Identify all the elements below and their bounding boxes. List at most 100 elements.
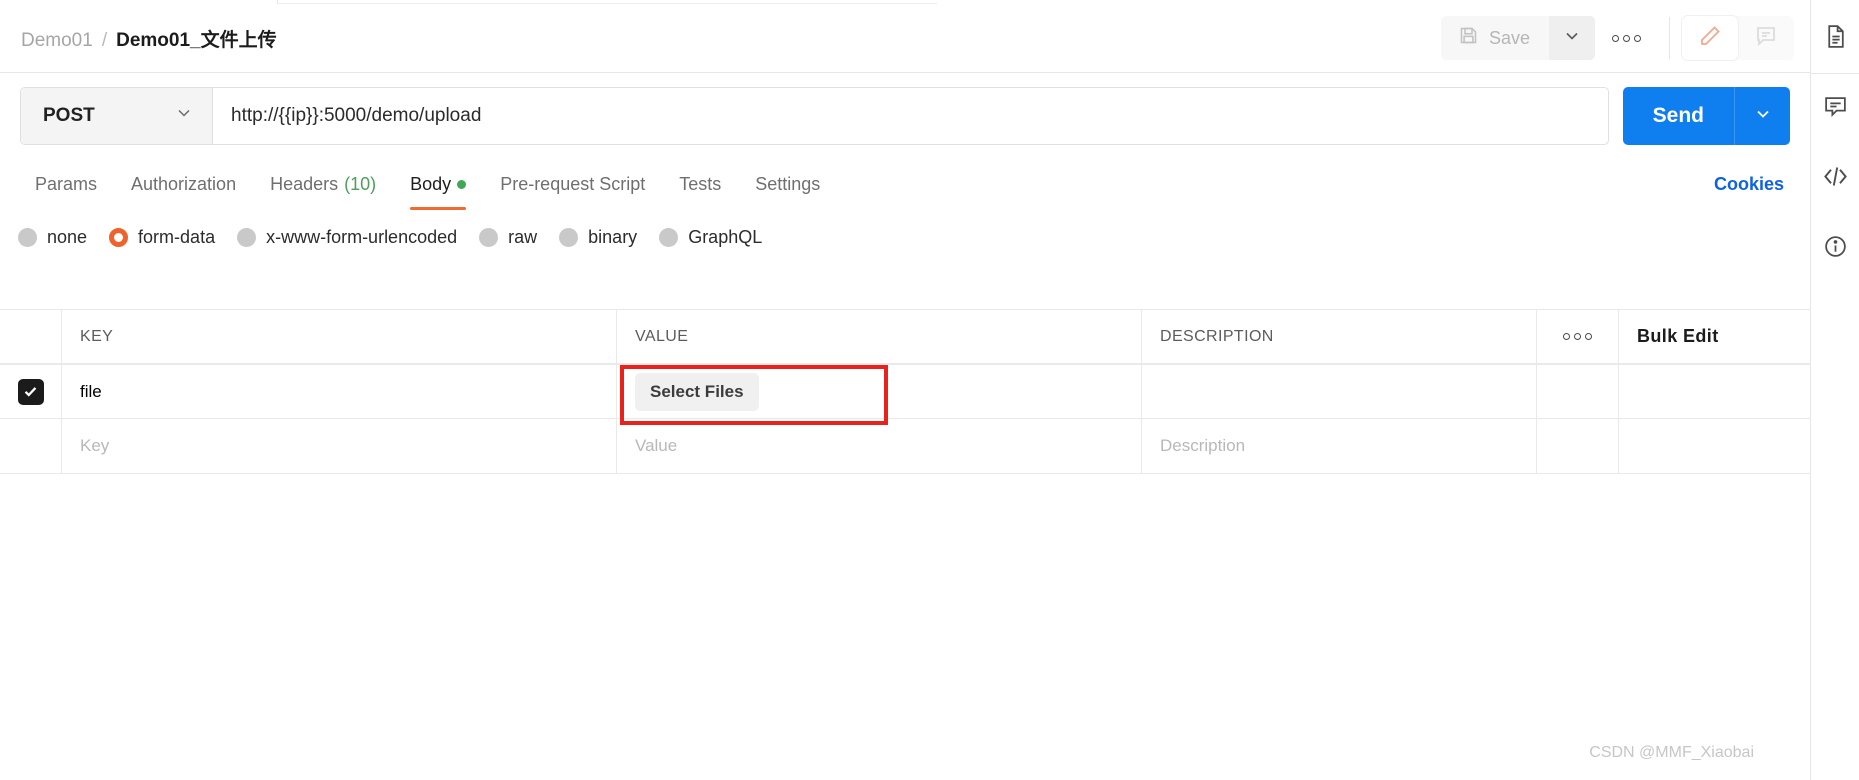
right-sidebar: [1810, 0, 1859, 780]
tab-label: Authorization: [131, 173, 237, 194]
radio-icon: [659, 227, 679, 247]
tab-headers-count: (10): [344, 173, 377, 194]
body-type-binary[interactable]: binary: [559, 227, 637, 248]
body-type-label: form-data: [138, 226, 216, 247]
tab-label: Headers: [270, 173, 339, 194]
save-button[interactable]: Save: [1440, 16, 1549, 60]
body-type-label: none: [47, 226, 88, 247]
empty-row-value-input[interactable]: Value: [617, 419, 1142, 473]
header-description: DESCRIPTION: [1142, 310, 1537, 363]
document-icon[interactable]: [1817, 18, 1853, 54]
tab-label: Settings: [755, 173, 821, 194]
tab-label: Tests: [679, 173, 722, 194]
radio-selected-icon: [109, 227, 129, 247]
breadcrumb-parent[interactable]: Demo01: [21, 30, 93, 52]
row-checkbox[interactable]: [0, 365, 62, 418]
value-placeholder: Value: [635, 436, 678, 455]
right-sidebar-divider: [1810, 73, 1859, 74]
chevron-down-icon: [1562, 26, 1582, 51]
request-tabs: Params Authorization Headers (10) Body P…: [0, 158, 1810, 210]
ellipsis-icon: [1611, 34, 1619, 42]
row-trailing-cell: [1619, 365, 1810, 418]
chevron-down-icon: [1753, 104, 1773, 129]
empty-row-description-input[interactable]: Description: [1142, 419, 1537, 473]
cookies-link[interactable]: Cookies: [1714, 174, 1784, 195]
bulk-edit-button[interactable]: Bulk Edit: [1619, 310, 1810, 363]
breadcrumb-current: Demo01_文件上传: [116, 29, 277, 51]
tab-label: Pre-request Script: [500, 173, 646, 194]
body-type-none[interactable]: none: [18, 227, 87, 248]
bulk-edit-label: Bulk Edit: [1637, 326, 1719, 346]
tab-settings[interactable]: Settings: [738, 158, 837, 210]
body-type-graphql[interactable]: GraphQL: [659, 227, 762, 248]
comment-icon[interactable]: [1817, 88, 1853, 124]
request-header: Demo01 / Demo01_文件上传 Save: [0, 4, 1810, 73]
comment-mode-button[interactable]: [1738, 16, 1794, 60]
row-more-cell: [1537, 365, 1619, 418]
body-modified-dot-icon: [457, 179, 467, 189]
send-button-group: Send: [1622, 87, 1790, 145]
url-bar: POST http://{{ip}}:5000/demo/upload: [20, 87, 1609, 145]
body-type-label: binary: [588, 226, 638, 247]
tab-label: Params: [35, 173, 98, 194]
radio-icon: [237, 227, 257, 247]
tab-params[interactable]: Params: [18, 158, 114, 210]
send-dropdown-button[interactable]: [1734, 87, 1790, 145]
save-dropdown-button[interactable]: [1549, 16, 1595, 60]
view-toggle-group: [1682, 16, 1794, 60]
header-actions: Save: [1440, 4, 1810, 72]
info-icon[interactable]: [1817, 228, 1853, 264]
table-more-options-button[interactable]: [1537, 310, 1619, 363]
toolbar-divider: [1669, 17, 1670, 59]
save-button-group: Save: [1440, 16, 1595, 60]
radio-icon: [559, 227, 579, 247]
key-placeholder: Key: [80, 436, 110, 455]
empty-row-checkbox[interactable]: [0, 419, 62, 473]
url-input[interactable]: http://{{ip}}:5000/demo/upload: [213, 88, 1608, 144]
edit-mode-button[interactable]: [1682, 16, 1738, 60]
send-button[interactable]: Send: [1622, 87, 1734, 145]
body-type-radio-group: none form-data x-www-form-urlencoded raw…: [0, 212, 1810, 262]
code-icon[interactable]: [1817, 158, 1853, 194]
row-description-input[interactable]: [1142, 365, 1537, 418]
watermark: CSDN @MMF_Xiaobai: [1589, 744, 1754, 761]
tab-label: Body: [410, 173, 452, 194]
empty-row-trailing-cell: [1619, 419, 1810, 473]
body-type-label: GraphQL: [688, 226, 763, 247]
header-value: VALUE: [617, 310, 1142, 363]
header-key: KEY: [62, 310, 617, 363]
http-method-select[interactable]: POST: [21, 88, 213, 144]
comment-icon: [1754, 24, 1778, 53]
tab-headers[interactable]: Headers (10): [253, 158, 393, 210]
body-type-form-data[interactable]: form-data: [109, 227, 215, 248]
empty-row-more-cell: [1537, 419, 1619, 473]
radio-icon: [479, 227, 499, 247]
form-data-table: KEY VALUE DESCRIPTION Bulk Edit file Sel…: [0, 309, 1810, 474]
body-type-raw[interactable]: raw: [479, 227, 537, 248]
tab-pre-request-script[interactable]: Pre-request Script: [483, 158, 662, 210]
body-type-label: raw: [508, 226, 538, 247]
ellipsis-icon: [1563, 333, 1570, 340]
active-tab-underline: [410, 207, 467, 210]
tab-body[interactable]: Body: [393, 158, 483, 210]
chevron-down-icon: [174, 103, 194, 129]
request-more-options-button[interactable]: [1595, 16, 1657, 60]
description-placeholder: Description: [1160, 436, 1246, 455]
select-files-button[interactable]: Select Files: [635, 372, 759, 411]
save-label: Save: [1488, 27, 1530, 48]
postman-request-view: Demo01 / Demo01_文件上传 Save POST http://{{…: [0, 0, 1859, 780]
breadcrumb-separator: /: [101, 29, 108, 51]
body-type-x-www-form-urlencoded[interactable]: x-www-form-urlencoded: [237, 227, 457, 248]
main-column: Demo01 / Demo01_文件上传 Save POST http://{{…: [0, 0, 1810, 780]
pencil-icon: [1698, 24, 1722, 53]
tab-authorization[interactable]: Authorization: [114, 158, 253, 210]
table-row: file Select Files: [0, 364, 1810, 419]
table-empty-row: Key Value Description: [0, 419, 1810, 474]
url-bar-row: POST http://{{ip}}:5000/demo/upload Send: [0, 74, 1810, 158]
tab-tests[interactable]: Tests: [662, 158, 738, 210]
body-type-label: x-www-form-urlencoded: [266, 226, 458, 247]
radio-icon: [18, 227, 37, 247]
empty-row-key-input[interactable]: Key: [62, 419, 617, 473]
row-key-input[interactable]: file: [62, 365, 617, 418]
row-value-cell: Select Files: [617, 365, 1142, 418]
